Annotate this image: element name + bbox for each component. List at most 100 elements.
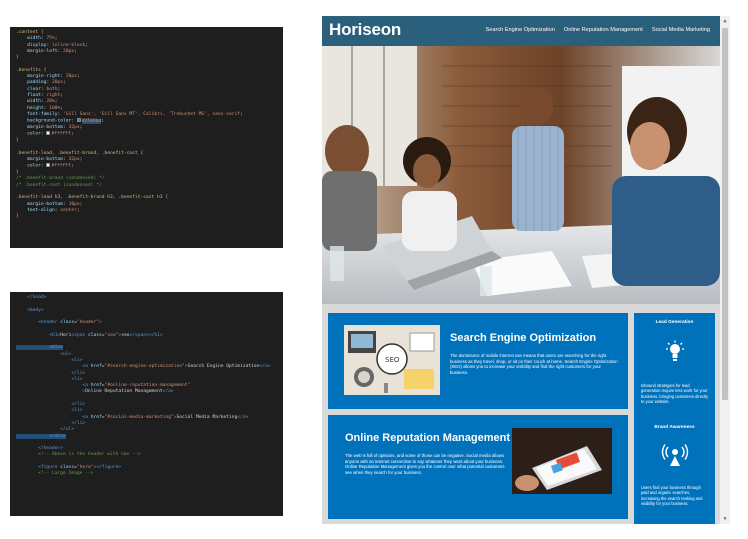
page-scrollbar[interactable]: ▲ ▼ — [720, 16, 730, 524]
code-token: Hori — [60, 332, 72, 338]
code-token: 20px — [63, 48, 75, 54]
code-token: 32px — [68, 156, 80, 162]
article-seo: SEO Search Engine Optimization The domin… — [328, 313, 628, 409]
nav-link-smm[interactable]: Social Media Marketing — [652, 27, 710, 33]
code-token: 20px — [51, 80, 64, 86]
seo-illustration: SEO — [344, 325, 440, 395]
code-token: </a> — [259, 364, 271, 370]
code-token: width — [16, 36, 41, 42]
code-token: ; — [85, 42, 88, 48]
code-token: color — [16, 163, 41, 169]
code-token: margin-bottom — [16, 201, 64, 207]
code-token: ; — [74, 48, 77, 54]
code-token: ; — [60, 105, 64, 111]
nav-link-seo[interactable]: Search Engine Optimization — [486, 27, 555, 33]
lead-generation-icon — [665, 340, 685, 366]
site-nav: Search Engine Optimization Online Reputa… — [486, 27, 710, 33]
code-token: width — [16, 99, 41, 105]
code-token: ; — [54, 99, 58, 105]
color-swatch[interactable] — [76, 118, 81, 123]
code-token: padding — [16, 80, 47, 86]
code-token: > — [16, 389, 86, 395]
code-token: Social Media Marketing — [176, 414, 238, 420]
code-token: > — [99, 320, 102, 326]
code-token: </li> — [16, 402, 86, 408]
code-token: href — [90, 414, 102, 420]
code-token: </ul> — [16, 427, 75, 433]
code-token: <div> — [16, 345, 64, 351]
code-token: clear — [16, 86, 41, 92]
code-token: 20% — [46, 99, 55, 105]
code-token: </li> — [16, 370, 86, 376]
code-token: "hero" — [76, 465, 94, 471]
benefit-brand-title: Brand Awareness — [654, 425, 695, 430]
code-token: ; — [63, 80, 66, 86]
hero-image — [322, 46, 720, 304]
code-token: <a — [16, 414, 91, 420]
code-token: <ul> — [16, 351, 72, 357]
css-code-lines: .content { width: 75%; display: inline-b… — [16, 30, 277, 220]
code-token: </div> — [16, 433, 66, 439]
code-token: </a> — [237, 414, 249, 420]
code-token: <a — [16, 383, 91, 389]
code-token: </a> — [162, 389, 174, 395]
article-orm-title: Online Reputation Management — [345, 432, 511, 444]
code-token: #ffffff — [51, 163, 71, 169]
code-token: .benefit-lead h3, .benefit-brand h3, .be… — [16, 195, 169, 201]
code-token: <!-- Large Image --> — [16, 471, 94, 477]
code-token: ; — [70, 163, 74, 169]
code-token: /* .benefit-cost (condensed) */ — [16, 182, 102, 188]
code-token: <span — [71, 332, 88, 338]
code-token: float — [16, 92, 41, 98]
code-token: "seo" — [104, 332, 119, 338]
code-token: right — [46, 92, 61, 98]
code-token: </head> — [16, 295, 47, 300]
html-code-lines: </head> <body> <header class="header"> <… — [16, 295, 277, 478]
code-token: 75% — [46, 36, 55, 42]
code-line: background-color: #2589bd; — [16, 118, 277, 125]
brand-awareness-icon — [661, 444, 689, 470]
code-token: <h1> — [16, 332, 61, 338]
code-token: ; — [79, 201, 83, 207]
benefit-lead-title: Lead Generation — [655, 320, 694, 325]
code-token: </header> — [16, 446, 64, 452]
code-token: } — [16, 214, 19, 220]
code-token: class — [87, 332, 102, 338]
site-header: Horiseon Search Engine Optimization Onli… — [322, 16, 720, 46]
css-code-editor[interactable]: .content { width: 75%; display: inline-b… — [10, 27, 283, 248]
code-token: ></figure> — [93, 465, 122, 471]
code-token: <figure — [16, 465, 61, 471]
code-token: <!-- Above is the header with nav --> — [16, 452, 141, 458]
scroll-down-icon[interactable]: ▼ — [720, 514, 730, 524]
code-token: ; — [76, 207, 80, 213]
code-token: href — [90, 364, 102, 370]
code-token: <li> — [16, 408, 83, 414]
scroll-up-icon[interactable]: ▲ — [720, 16, 730, 26]
code-token: both — [46, 86, 58, 92]
benefit-brand-text: Users find your business through paid an… — [641, 485, 703, 507]
nav-link-orm[interactable]: Online Reputation Management — [564, 27, 643, 33]
code-token: #2589bd — [81, 118, 102, 124]
color-swatch[interactable] — [46, 163, 51, 168]
html-code-editor[interactable]: </head> <body> <header class="header"> <… — [10, 292, 283, 516]
article-seo-text: The dominance of mobile internet use mea… — [450, 353, 618, 375]
code-token: ; — [79, 156, 83, 162]
code-token: </li> — [16, 420, 86, 426]
site-logo[interactable]: Horiseon — [329, 20, 401, 40]
code-token: /* .benefit-brand (condensed) */ — [16, 176, 105, 182]
code-token: } — [16, 55, 19, 61]
svg-text:SEO: SEO — [385, 356, 400, 364]
code-line: color: #ffffff; — [16, 163, 277, 170]
code-token: <li> — [16, 357, 83, 363]
code-token: ; — [60, 92, 64, 98]
orm-illustration — [512, 428, 612, 494]
code-token: seo — [121, 332, 130, 338]
code-token: margin-bottom — [16, 124, 64, 130]
code-token: } — [16, 170, 19, 176]
scrollbar-thumb[interactable] — [722, 28, 728, 400]
code-token: ; — [54, 36, 58, 42]
code-token: margin-right — [16, 74, 61, 80]
code-token: .content { — [16, 30, 44, 35]
color-swatch[interactable] — [46, 131, 51, 136]
code-token: Online Reputation Management — [85, 389, 163, 395]
